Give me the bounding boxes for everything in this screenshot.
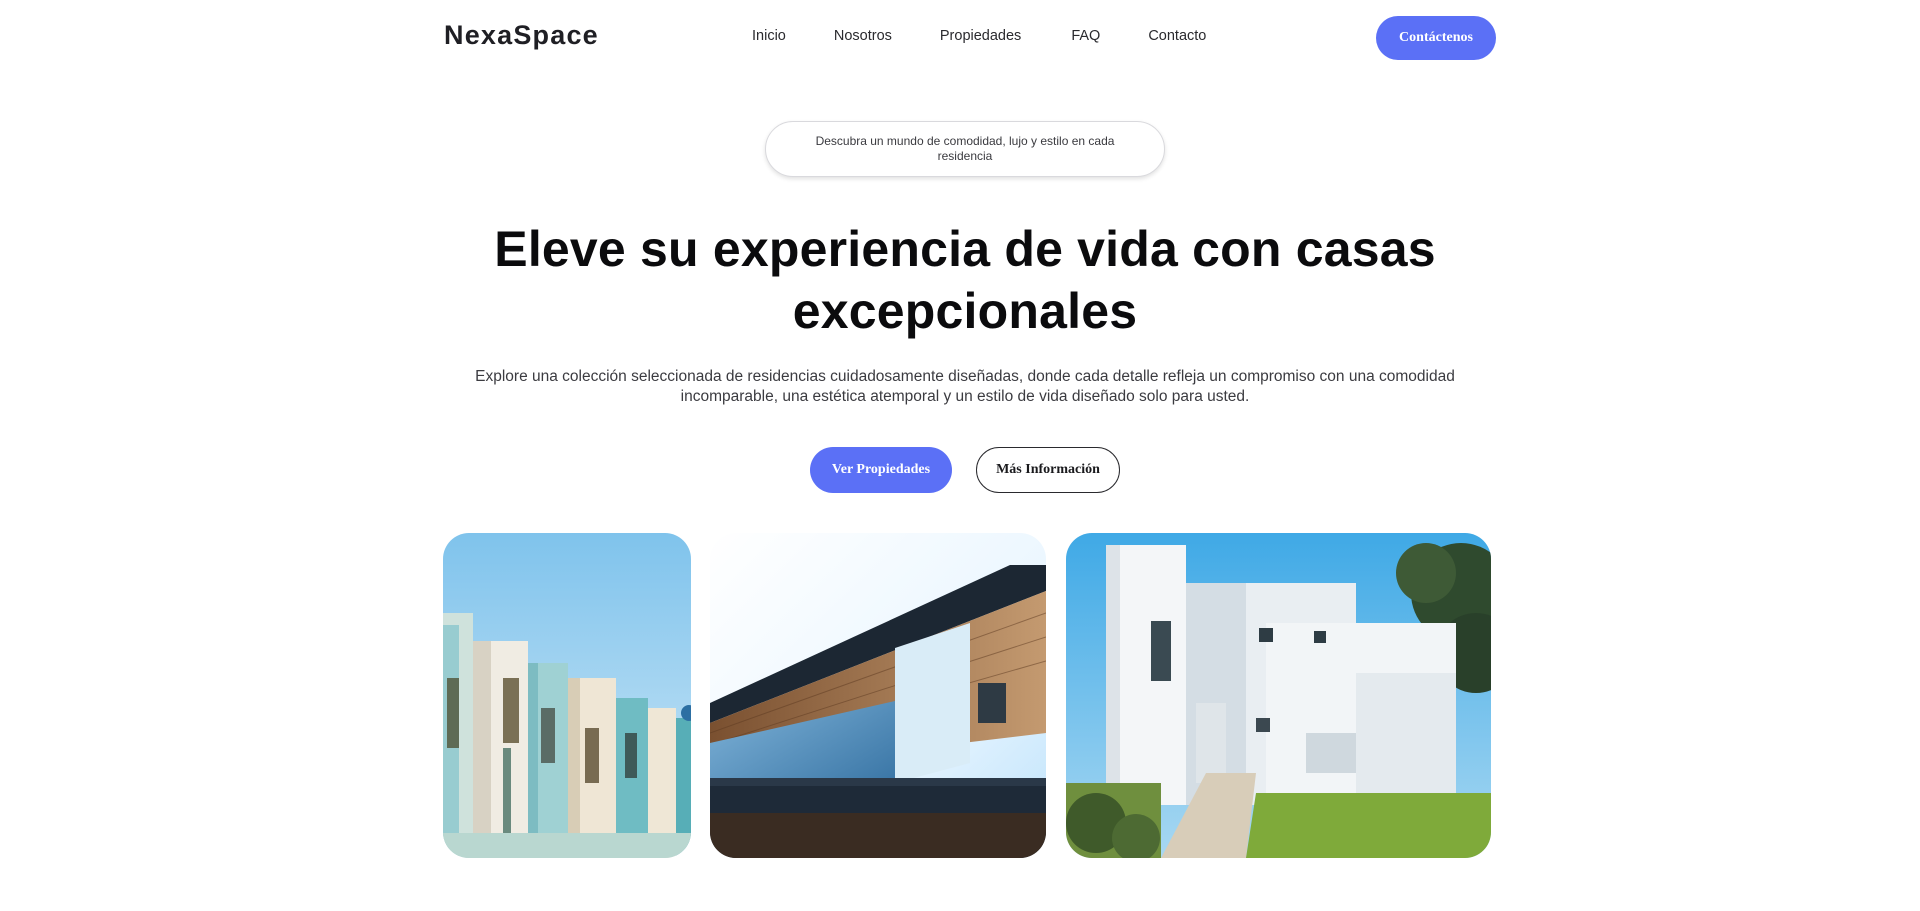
- nav-link-inicio[interactable]: Inicio: [752, 28, 786, 44]
- nav-item-contacto: Contacto: [1148, 28, 1206, 44]
- white-villa-photo: [1066, 533, 1491, 858]
- nav-item-propiedades: Propiedades: [940, 28, 1021, 44]
- brand-logo[interactable]: NexaSpace: [444, 20, 599, 51]
- hero-tagline-text: Descubra un mundo de comodidad, lujo y e…: [815, 134, 1115, 163]
- hero-subtitle: Explore una colección seleccionada de re…: [475, 368, 1455, 405]
- gallery-image-townhouses: [443, 533, 691, 858]
- nav-link-nosotros[interactable]: Nosotros: [834, 28, 892, 44]
- main-nav: Inicio Nosotros Propiedades FAQ Contacto: [752, 28, 1206, 44]
- hero-tagline-pill: Descubra un mundo de comodidad, lujo y e…: [765, 121, 1165, 177]
- gallery-image-modern-house: [710, 533, 1046, 858]
- landing-page: NexaSpace Inicio Nosotros Propiedades FA…: [0, 0, 1920, 911]
- nav-link-faq[interactable]: FAQ: [1071, 28, 1100, 44]
- view-properties-button[interactable]: Ver Propiedades: [810, 447, 952, 493]
- nav-item-faq: FAQ: [1071, 28, 1100, 44]
- nav-link-propiedades[interactable]: Propiedades: [940, 28, 1021, 44]
- hero-title: Eleve su experiencia de vida con casas e…: [494, 221, 1436, 339]
- turquoise-townhouses-photo: [443, 533, 691, 858]
- contact-us-button[interactable]: Contáctenos: [1376, 16, 1496, 60]
- modern-wood-house-photo: [710, 533, 1046, 858]
- nav-item-inicio: Inicio: [752, 28, 786, 44]
- nav-item-nosotros: Nosotros: [834, 28, 892, 44]
- gallery-image-white-villa: [1066, 533, 1491, 858]
- more-info-button[interactable]: Más Información: [976, 447, 1120, 493]
- nav-link-contacto[interactable]: Contacto: [1148, 28, 1206, 44]
